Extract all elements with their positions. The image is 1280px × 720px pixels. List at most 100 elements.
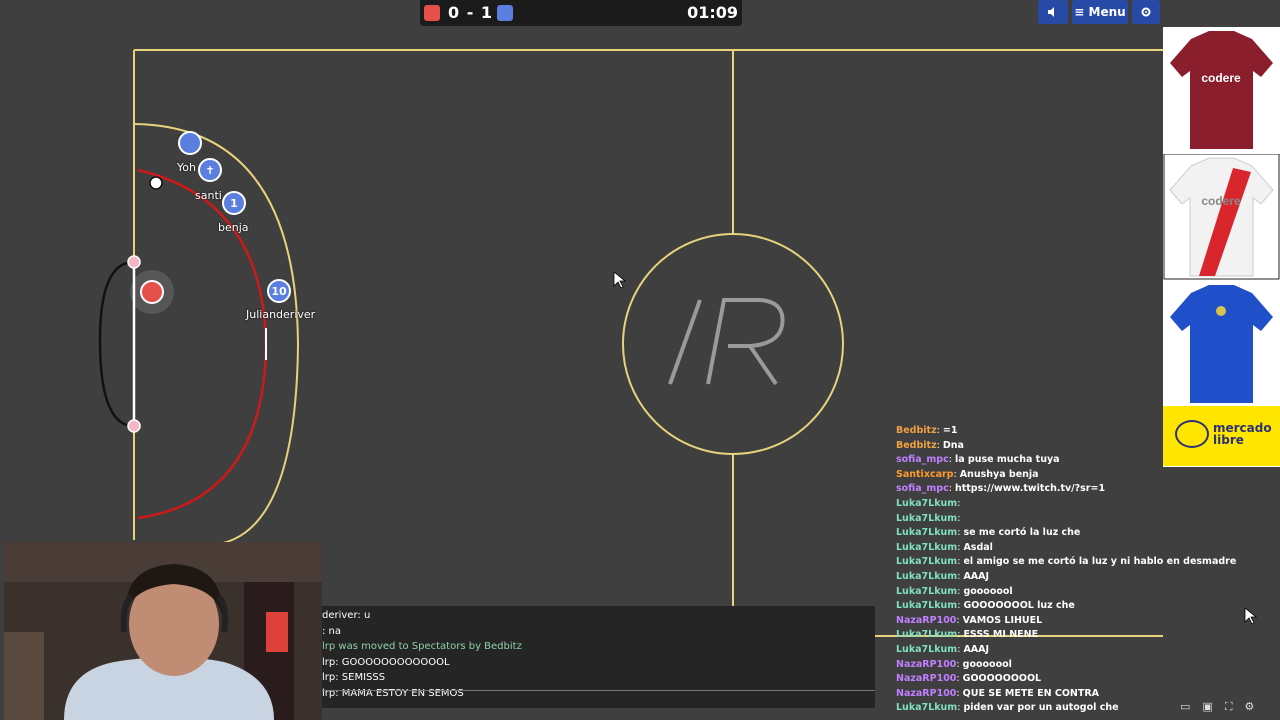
chat-message: Luka7Lkum: AAAJ <box>896 570 1256 585</box>
chat-username[interactable]: Luka7Lkum <box>896 571 957 582</box>
chat-message: Luka7Lkum: <box>896 497 1256 512</box>
goal-post-top <box>127 255 141 269</box>
chat-message: sofia_mpc: https://www.twitch.tv/?sr=1 <box>896 482 1256 497</box>
chat-username[interactable]: Luka7Lkum <box>896 527 957 538</box>
chat-text: GOOOOOOOL luz che <box>963 600 1075 612</box>
chat-username[interactable]: sofia_mpc <box>896 454 949 465</box>
match-timer: 01:09 <box>687 3 738 22</box>
chat-text: Anushya benja <box>959 468 1039 480</box>
settings-icon[interactable]: ⚙ <box>1245 700 1255 714</box>
chat-text: https://www.twitch.tv/?sr=1 <box>954 483 1106 495</box>
chat-text: VAMOS LIHUEL <box>962 614 1043 626</box>
game-chat: deriver: u : na lrp was moved to Spectat… <box>320 606 875 708</box>
chat-text: AAAJ <box>963 643 990 655</box>
chat-username[interactable]: Luka7Lkum <box>896 513 957 524</box>
chat-username[interactable]: Luka7Lkum <box>896 702 957 713</box>
chat-message: Bedbitz: =1 <box>896 424 1256 439</box>
chat-line: : na <box>322 625 342 637</box>
goal-post-bottom <box>127 419 141 433</box>
jersey-red-image: codere <box>1170 31 1273 149</box>
chat-message: Luka7Lkum: AAAJ <box>896 643 1256 658</box>
chat-username[interactable]: Luka7Lkum <box>896 498 957 509</box>
chat-text: AAAJ <box>963 570 990 582</box>
chat-text: Asdal <box>963 541 993 553</box>
chat-username[interactable]: NazaRP100 <box>896 673 956 684</box>
jersey-white-image: codere <box>1163 154 1280 280</box>
sound-button[interactable] <box>1038 0 1068 24</box>
jersey-blue-image <box>1170 285 1273 403</box>
chat-username[interactable]: Luka7Lkum <box>896 586 957 597</box>
score-text: 0 - 1 <box>448 3 494 22</box>
chat-line: lrp: GOOOOOOOOOOOOL <box>322 656 450 668</box>
player-controls: ▭ ▣ ⛶ ⚙ <box>1180 700 1254 714</box>
chat-separator: : <box>957 512 961 524</box>
stream-chat: Bedbitz: =1 Bedbitz: Dna sofia_mpc: la pus… <box>896 424 1256 716</box>
chat-username[interactable]: Bedbitz <box>896 440 937 451</box>
chat-username[interactable]: sofia_mpc <box>896 483 949 494</box>
player-santi-name: santi <box>195 189 222 202</box>
chat-username[interactable]: Luka7Lkum <box>896 644 957 655</box>
player-julianderiver-disc: 10 <box>267 279 291 303</box>
chat-message: Luka7Lkum: Asdal <box>896 541 1256 556</box>
chat-line: lrp: SEMISSS <box>322 672 386 683</box>
player-yoh-name: Yoh <box>177 161 196 174</box>
center-logo <box>668 298 785 386</box>
chat-username[interactable]: Luka7Lkum <box>896 600 957 611</box>
settings-button[interactable] <box>1132 0 1160 24</box>
chat-input-divider <box>320 690 875 691</box>
chat-text: gooooool <box>963 585 1013 597</box>
chat-text: Dna <box>942 439 964 451</box>
chat-username[interactable]: Luka7Lkum <box>896 556 957 567</box>
chat-line: lrp: MAMA ESTOY EN SEMOS <box>322 687 464 699</box>
chat-message: sofia_mpc: la puse mucha tuya <box>896 453 1256 468</box>
goal-net <box>98 260 135 428</box>
chat-text: la puse mucha tuya <box>954 454 1060 466</box>
fullscreen-icon[interactable]: ⛶ <box>1225 700 1233 714</box>
chat-username[interactable]: NazaRP100 <box>896 659 956 670</box>
jersey-brand-text-2: codere <box>1201 194 1241 208</box>
chat-text: se me cortó la luz che <box>963 527 1081 539</box>
player-red-goalkeeper-disc <box>140 280 164 304</box>
chat-message: Luka7Lkum: ESSS MI NENE <box>896 628 1256 643</box>
chat-separator: : <box>957 497 961 509</box>
chat-username[interactable]: Luka7Lkum <box>896 542 957 553</box>
chat-text: ESSS MI NENE <box>963 629 1039 641</box>
chat-message: Luka7Lkum: <box>896 512 1256 527</box>
chat-text: gooooool <box>962 658 1012 670</box>
ball <box>149 176 163 190</box>
chat-message: NazaRP100: VAMOS LIHUEL <box>896 614 1256 629</box>
theater-icon[interactable]: ▣ <box>1202 700 1212 714</box>
speaker-icon <box>1048 7 1054 17</box>
chat-message: Santixcarp: Anushya benja <box>896 468 1256 483</box>
red-team-icon <box>424 5 440 21</box>
chat-text: QUE SE METE EN CONTRA <box>962 687 1099 699</box>
chat-username[interactable]: NazaRP100 <box>896 688 956 699</box>
chat-line: deriver: u <box>322 610 371 621</box>
chat-username[interactable]: Luka7Lkum <box>896 629 957 640</box>
chat-username[interactable]: NazaRP100 <box>896 615 956 626</box>
blue-team-icon <box>497 5 513 21</box>
chat-message: NazaRP100: gooooool <box>896 658 1256 673</box>
scoreboard: 0 - 1 01:09 <box>420 0 742 26</box>
streamer-webcam-image <box>4 542 322 720</box>
chat-message: Luka7Lkum: el amigo se me cortó la luz y… <box>896 555 1256 570</box>
chat-message: Bedbitz: Dna <box>896 439 1256 454</box>
player-yoh-disc <box>178 131 202 155</box>
player-julianderiver-name: Julianderiver <box>246 308 316 321</box>
chat-message: Luka7Lkum: GOOOOOOOL luz che <box>896 599 1256 614</box>
chat-text: =1 <box>942 425 958 436</box>
chat-username[interactable]: Bedbitz <box>896 425 937 436</box>
miniplayer-icon[interactable]: ▭ <box>1180 700 1190 714</box>
player-santi-disc: ✝ <box>198 158 222 182</box>
sponsor-panel: codere codere mercado libre <box>1163 27 1280 467</box>
mouse-cursor-icon <box>613 271 627 289</box>
chat-message: Luka7Lkum: se me cortó la luz che <box>896 526 1256 541</box>
player-benja-disc: 1 <box>222 191 246 215</box>
chat-text: piden var por un autogol che <box>963 702 1119 714</box>
chat-system-line: lrp was moved to Spectators by Bedbitz <box>322 641 522 652</box>
player-benja-name: benja <box>218 221 249 234</box>
chat-message: NazaRP100: GOOOOOOOOL <box>896 672 1256 687</box>
jersey-brand-text: codere <box>1201 71 1241 85</box>
chat-username[interactable]: Santixcarp <box>896 469 953 480</box>
menu-button[interactable]: ≡ Menu <box>1072 0 1128 24</box>
